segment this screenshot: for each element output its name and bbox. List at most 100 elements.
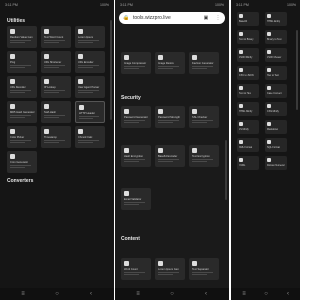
more-icon[interactable]: ⋮ <box>215 15 221 21</box>
tool-tile[interactable]: Text Separator <box>189 258 219 280</box>
tool-tile[interactable]: Color Picker <box>7 126 37 148</box>
tool-tile[interactable]: Password Generator <box>121 106 151 128</box>
tool-tile[interactable]: Lorem Ipsum <box>75 26 105 48</box>
tool-tile[interactable]: Password Strength <box>155 106 185 128</box>
tool-tile[interactable]: JS Minify <box>237 120 259 134</box>
home-icon[interactable]: ○ <box>169 291 175 297</box>
tool-label: SHA Hash <box>44 111 56 114</box>
tool-tile[interactable]: Text Encryption <box>189 145 219 167</box>
back-icon[interactable]: ‹ <box>88 291 94 297</box>
tool-tile[interactable]: URL Shortener <box>41 51 71 73</box>
tool-icon <box>44 129 49 134</box>
tool-tile[interactable]: Text to Binary <box>237 30 259 44</box>
tool-tile[interactable]: Case Convert <box>265 84 287 98</box>
tool-tile[interactable]: Hash Encryption <box>121 145 151 167</box>
tool-label: Chmod Calc <box>78 136 93 139</box>
tool-label: Text Separator <box>192 268 209 271</box>
tool-label: Favicon Generator <box>192 62 214 65</box>
tool-tile[interactable]: Image Resize <box>155 52 185 74</box>
tool-label: IP Lookup <box>44 86 56 89</box>
tool-tile[interactable]: MD5 Hash Generator <box>7 101 37 123</box>
tool-label: Text to Binary <box>239 38 254 41</box>
tool-tile[interactable]: XML Format <box>237 138 259 152</box>
tool-label: Markdown <box>267 128 279 131</box>
tool-tile[interactable]: JSON Minify <box>237 48 259 62</box>
tool-tile[interactable]: Image Compressor <box>121 52 151 74</box>
tool-icon <box>239 86 243 90</box>
tool-tile[interactable]: Roman Numeral <box>265 156 287 170</box>
tool-tile[interactable]: Base64 Encoder <box>155 145 185 167</box>
tool-tile[interactable]: Favicon Generator <box>189 52 219 74</box>
tool-icon <box>78 54 83 59</box>
tool-label: Text to Hex <box>239 92 251 95</box>
status-battery: 100% <box>100 3 109 7</box>
tool-tile[interactable]: Ping <box>7 51 37 73</box>
tool-tile[interactable]: Text Word Count <box>41 26 71 48</box>
tool-tile[interactable]: HTML Minify <box>237 102 259 116</box>
tool-tile[interactable]: Email Validator <box>121 188 151 210</box>
tool-label: Case Convert <box>267 92 282 95</box>
tool-tile[interactable]: Binary to Text <box>265 30 287 44</box>
scrollbar[interactable] <box>296 30 298 110</box>
tool-tile[interactable]: SHA Hash <box>41 101 71 123</box>
tool-icon <box>10 29 15 34</box>
tool-icon <box>239 68 243 72</box>
tool-tile[interactable]: Timestamp <box>41 126 71 148</box>
tool-tile[interactable]: Markdown <box>265 120 287 134</box>
scrollbar[interactable] <box>110 20 112 120</box>
tool-label: Hash Encryption <box>124 155 144 158</box>
tool-tile[interactable]: Word Count <box>121 258 151 280</box>
tool-tile[interactable]: Random Value Gen <box>7 26 37 48</box>
tool-icon <box>239 140 243 144</box>
tool-label: Email Validator <box>124 198 142 201</box>
tool-icon <box>239 104 243 108</box>
tool-tile[interactable]: YAML <box>237 156 259 170</box>
tool-icon <box>192 55 197 60</box>
tool-label: Base64 <box>239 20 248 23</box>
tool-tile[interactable]: URL Encoder <box>75 51 105 73</box>
tool-icon <box>44 54 49 59</box>
tool-label: JSON Viewer <box>267 56 282 59</box>
address-field[interactable]: 🔒 tools.wizzpro.live <box>123 12 203 24</box>
menu-icon[interactable]: ≡ <box>20 291 26 297</box>
tool-label: Binary to Text <box>267 38 282 41</box>
tool-tile[interactable]: Lorem Ipsum Gen <box>155 258 185 280</box>
tool-tile[interactable]: HTML Entity <box>265 12 287 26</box>
tool-label: User Agent Parser <box>78 86 100 89</box>
home-icon[interactable]: ○ <box>263 291 269 297</box>
tool-tile[interactable]: Cron Generator <box>7 151 37 173</box>
home-icon[interactable]: ○ <box>54 291 60 297</box>
tool-tile[interactable]: URL Decoder <box>7 76 37 98</box>
tool-icon <box>267 122 271 126</box>
tool-tile[interactable]: Base64 <box>237 12 259 26</box>
tabs-icon[interactable]: ▣ <box>203 15 209 21</box>
tool-tile[interactable]: HTTP Header <box>75 101 105 123</box>
tool-tile[interactable]: JSON Viewer <box>265 48 287 62</box>
tool-label: Lorem Ipsum Gen <box>158 268 179 271</box>
menu-icon[interactable]: ≡ <box>241 291 247 297</box>
tool-label: CSV to JSON <box>239 74 254 77</box>
tool-label: Password Strength <box>158 116 180 119</box>
tool-tile[interactable]: IP Lookup <box>41 76 71 98</box>
scrollbar[interactable] <box>225 140 227 200</box>
tool-tile[interactable]: SSL Checker <box>189 106 219 128</box>
tool-tile[interactable]: User Agent Parser <box>75 76 105 98</box>
tool-label: Lorem Ipsum <box>78 36 94 39</box>
tool-label: Color Picker <box>10 136 25 139</box>
tool-icon <box>267 14 271 18</box>
tool-tile[interactable]: SQL Format <box>265 138 287 152</box>
tool-tile[interactable]: CSV to JSON <box>237 66 259 80</box>
back-icon[interactable]: ‹ <box>203 291 209 297</box>
tool-tile[interactable]: CSS Minify <box>265 102 287 116</box>
tool-label: HTTP Header <box>79 112 95 115</box>
tool-tile[interactable]: Hex to Text <box>265 66 287 80</box>
tool-icon <box>78 79 83 84</box>
back-icon[interactable]: ‹ <box>285 291 291 297</box>
tool-tile[interactable]: Chmod Calc <box>75 126 105 148</box>
screenshot-panel-security: 3:11 PM 100% ⌂ 🔒 tools.wizzpro.live ▣ ⋮ … <box>115 0 229 300</box>
tool-label: JSON Minify <box>239 56 253 59</box>
tool-label: HTML Entity <box>267 20 281 23</box>
menu-icon[interactable]: ≡ <box>135 291 141 297</box>
tool-tile[interactable]: Text to Hex <box>237 84 259 98</box>
tool-icon <box>78 29 83 34</box>
